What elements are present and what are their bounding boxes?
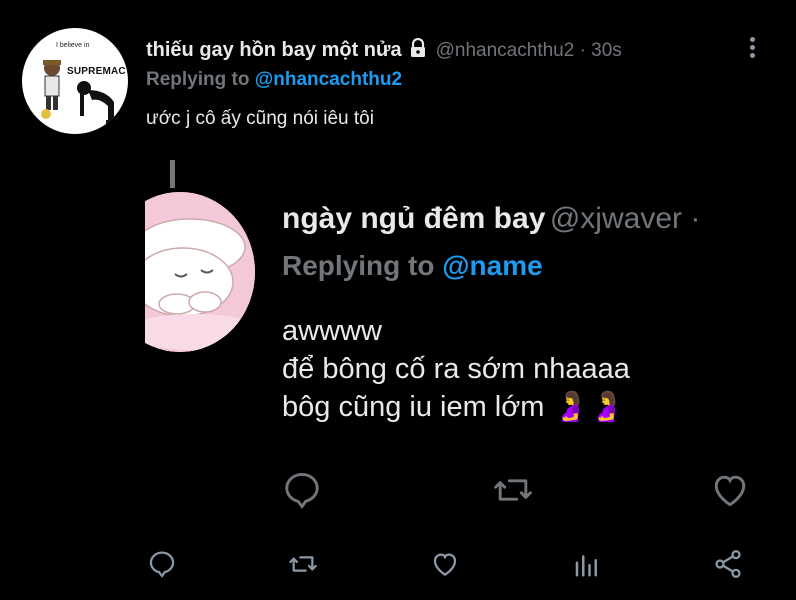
embedded-action-bar <box>280 468 796 518</box>
embedded-avatar <box>145 192 255 352</box>
retweet-icon <box>490 468 536 517</box>
embedded-replying-to: Replying to @name <box>282 250 543 282</box>
avatar[interactable]: I believe in SUPREMACY <box>22 28 128 134</box>
like-icon[interactable] <box>429 548 461 585</box>
embedded-avatar-illustration <box>145 192 255 352</box>
embedded-line: bôg cũng iu iem lớm 🤰🤰 <box>282 391 625 423</box>
tweet-action-bar <box>0 542 796 590</box>
embedded-text: awwww để bông cố ra sớm nhaaaa bôg cũng … <box>282 312 630 426</box>
embedded-screenshot[interactable]: ngày ngủ đêm bay @xjwaver · Replying to … <box>145 150 796 530</box>
embedded-line: awwww <box>282 315 382 347</box>
reply-icon[interactable] <box>146 548 178 585</box>
embedded-line: để bông cố ra sớm nhaaaa <box>282 353 630 385</box>
lock-icon <box>408 37 428 63</box>
tweet-header: thiếu gay hồn bay một nửa @nhancachthu2 … <box>146 37 622 63</box>
embedded-display-name: ngày ngủ đêm bay <box>282 202 546 235</box>
embedded-handle: @xjwaver · <box>549 202 701 235</box>
embedded-replying-prefix: Replying to <box>282 250 435 281</box>
embedded-header: ngày ngủ đêm bay @xjwaver · <box>282 202 700 236</box>
display-name[interactable]: thiếu gay hồn bay một nửa <box>146 39 402 62</box>
retweet-icon[interactable] <box>286 548 320 585</box>
views-icon[interactable] <box>572 548 602 585</box>
tweet[interactable]: I believe in SUPREMACY thiếu gay hồn bay… <box>0 0 796 600</box>
embedded-replying-handle: @name <box>442 250 543 281</box>
replying-prefix: Replying to <box>146 69 250 90</box>
reply-icon <box>280 468 324 517</box>
replying-to: Replying to @nhancachthu2 <box>146 69 402 91</box>
handle-and-time[interactable]: @nhancachthu2 · 30s <box>436 40 622 62</box>
avatar-illustration <box>41 60 120 124</box>
share-icon[interactable] <box>712 548 744 585</box>
more-vertical-icon[interactable] <box>745 34 759 64</box>
replying-to-link[interactable]: @nhancachthu2 <box>255 69 402 90</box>
thread-line <box>170 160 175 188</box>
tweet-text: ước j cô ấy cũng nói iêu tôi <box>146 108 374 129</box>
like-icon <box>708 468 752 517</box>
